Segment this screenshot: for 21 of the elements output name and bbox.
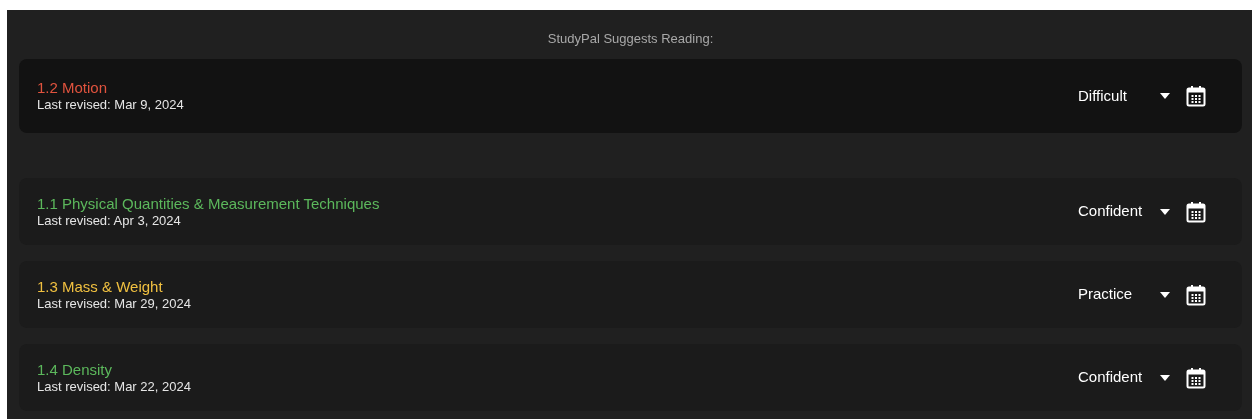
topic-title[interactable]: 1.4 Density [37, 360, 191, 379]
last-revised-text: Last revised: Apr 3, 2024 [37, 212, 182, 229]
rating-dropdown[interactable]: Confident [1078, 200, 1170, 223]
topic-title[interactable]: 1.1 Physical Quantities & Measurement Techniques [37, 194, 380, 213]
caret-icon [1160, 208, 1170, 215]
section-heading: StudyPal Suggests Reading: [546, 30, 715, 48]
rating-dropdown[interactable]: Confident [1078, 366, 1170, 389]
caret-icon [1160, 374, 1170, 381]
calendar-icon[interactable] [1186, 283, 1206, 306]
topic-title[interactable]: 1.3 Mass & Weight [37, 277, 191, 296]
rating-dropdown[interactable]: Practice [1078, 283, 1170, 306]
topic-title[interactable]: 1.2 Motion [37, 79, 184, 97]
last-revised-text: Last revised: Mar 29, 2024 [37, 295, 191, 312]
last-revised-text: Last revised: Mar 22, 2024 [37, 378, 191, 395]
calendar-icon[interactable] [1186, 85, 1206, 107]
last-revised-text: Last revised: Mar 9, 2024 [37, 97, 184, 113]
calendar-icon[interactable] [1186, 200, 1206, 223]
caret-icon [1160, 93, 1170, 99]
caret-icon [1160, 291, 1170, 298]
rating-dropdown[interactable]: Difficult [1078, 84, 1170, 108]
calendar-icon[interactable] [1186, 366, 1206, 389]
